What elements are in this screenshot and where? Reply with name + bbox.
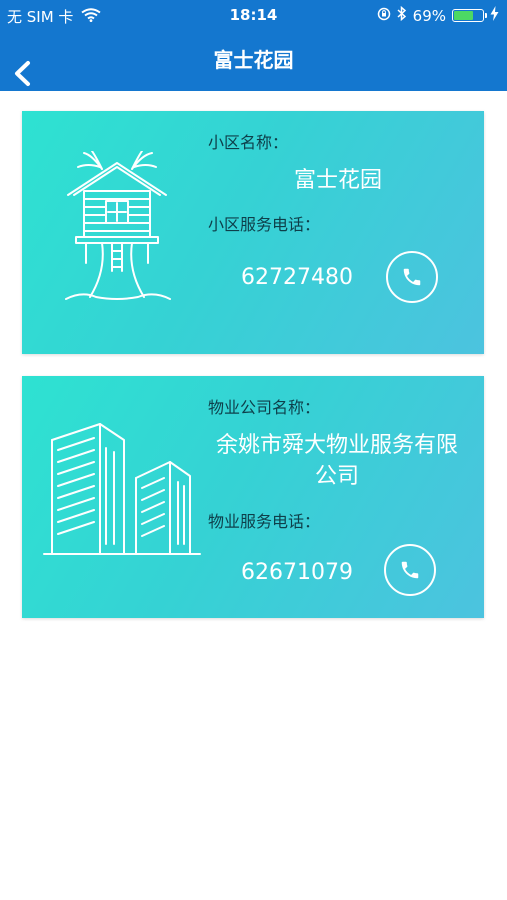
battery-percent: 69% [412,6,446,25]
orientation-lock-icon [377,7,391,25]
property-call-button[interactable] [384,544,436,596]
property-name-label: 物业公司名称： [208,398,321,417]
property-phone-label: 物业服务电话： [208,512,321,531]
status-bar: 无 SIM 卡 18:14 69% [0,0,507,30]
property-card: 物业公司名称： 余姚市舜大物业服务有限公司 物业服务电话： 62671079 [22,376,484,618]
bluetooth-icon [397,5,407,25]
property-phone-value[interactable]: 62671079 [212,560,382,585]
property-name-value: 余姚市舜大物业服务有限公司 [215,433,458,489]
phone-icon [403,268,421,286]
phone-icon [401,561,419,579]
top-bar: 无 SIM 卡 18:14 69% 富士花园 [0,0,507,91]
battery-icon [452,9,487,22]
treehouse-illustration [62,150,172,307]
community-card: 小区名称： 富士花园 小区服务电话： 62727480 [22,111,484,354]
page-title: 富士花园 [213,48,294,72]
community-call-button[interactable] [386,251,438,303]
buildings-illustration [42,420,202,564]
community-name-label: 小区名称： [208,133,289,152]
community-name-value: 富士花园 [293,168,382,193]
status-right: 69% [377,5,499,25]
charging-bolt-icon [490,6,499,25]
community-phone-value[interactable]: 62727480 [212,265,382,290]
back-button[interactable] [8,57,40,89]
community-phone-label: 小区服务电话： [208,215,321,234]
battery-fill [454,11,473,20]
chevron-left-icon [15,61,30,86]
